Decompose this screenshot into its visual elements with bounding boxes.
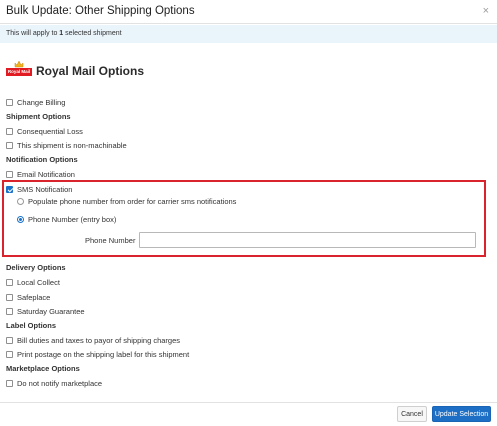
marketplace-options-heading: Marketplace Options: [6, 364, 80, 373]
change-billing-option[interactable]: Change Billing: [6, 97, 65, 107]
sms-entry-radio[interactable]: [17, 215, 24, 223]
safeplace-label: Safeplace: [17, 292, 51, 302]
sms-notification-option[interactable]: SMS Notification: [6, 184, 72, 194]
sms-notification-checkbox[interactable]: [6, 185, 13, 193]
email-notification-label: Email Notification: [17, 169, 75, 179]
phone-number-input[interactable]: [139, 232, 476, 248]
info-banner: This will apply to 1 selected shipment: [0, 25, 497, 43]
dialog-header: Bulk Update: Other Shipping Options ×: [0, 0, 497, 24]
sms-populate-option[interactable]: Populate phone number from order for car…: [17, 196, 236, 206]
do-not-notify-option[interactable]: Do not notify marketplace: [6, 378, 102, 388]
delivery-options-heading: Delivery Options: [6, 263, 66, 272]
update-selection-button[interactable]: Update Selection: [432, 406, 491, 422]
consequential-loss-label: Consequential Loss: [17, 126, 83, 136]
local-collect-checkbox[interactable]: [6, 278, 13, 286]
print-postage-option[interactable]: Print postage on the shipping label for …: [6, 349, 189, 359]
safeplace-option[interactable]: Safeplace: [6, 292, 50, 302]
royal-mail-logo: Royal Mail: [6, 60, 32, 77]
cancel-button[interactable]: Cancel: [397, 406, 427, 422]
consequential-loss-option[interactable]: Consequential Loss: [6, 126, 83, 136]
sms-entry-option[interactable]: Phone Number (entry box): [17, 214, 116, 224]
saturday-guarantee-checkbox[interactable]: [6, 307, 13, 315]
sms-populate-radio[interactable]: [17, 197, 24, 205]
change-billing-checkbox[interactable]: [6, 98, 13, 106]
safeplace-checkbox[interactable]: [6, 293, 13, 301]
consequential-loss-checkbox[interactable]: [6, 127, 13, 135]
non-machinable-checkbox[interactable]: [6, 141, 13, 149]
bill-duties-option[interactable]: Bill duties and taxes to payor of shippi…: [6, 335, 180, 345]
saturday-guarantee-option[interactable]: Saturday Guarantee: [6, 306, 85, 316]
crown-icon: [14, 60, 24, 68]
shipment-options-heading: Shipment Options: [6, 112, 71, 121]
sms-populate-label: Populate phone number from order for car…: [28, 196, 237, 206]
royal-mail-badge: Royal Mail: [6, 68, 32, 76]
email-notification-option[interactable]: Email Notification: [6, 169, 75, 179]
notification-options-heading: Notification Options: [6, 155, 78, 164]
non-machinable-option[interactable]: This shipment is non-machinable: [6, 140, 127, 150]
info-text: This will apply to 1 selected shipment: [6, 30, 122, 37]
local-collect-label: Local Collect: [17, 277, 60, 287]
phone-number-label: Phone Number: [85, 236, 136, 245]
do-not-notify-label: Do not notify marketplace: [17, 378, 103, 388]
close-icon[interactable]: ×: [483, 5, 489, 17]
sms-notification-label: SMS Notification: [17, 184, 73, 194]
label-options-heading: Label Options: [6, 321, 57, 330]
saturday-guarantee-label: Saturday Guarantee: [17, 306, 85, 316]
bill-duties-label: Bill duties and taxes to payor of shippi…: [17, 335, 181, 345]
print-postage-checkbox[interactable]: [6, 350, 13, 358]
change-billing-label: Change Billing: [17, 97, 66, 107]
print-postage-label: Print postage on the shipping label for …: [17, 349, 190, 359]
carrier-options-title: Royal Mail Options: [36, 64, 145, 78]
local-collect-option[interactable]: Local Collect: [6, 277, 60, 287]
non-machinable-label: This shipment is non-machinable: [17, 140, 127, 150]
email-notification-checkbox[interactable]: [6, 170, 13, 178]
sms-entry-label: Phone Number (entry box): [28, 214, 117, 224]
do-not-notify-checkbox[interactable]: [6, 379, 13, 387]
dialog-title: Bulk Update: Other Shipping Options: [6, 5, 195, 17]
bill-duties-checkbox[interactable]: [6, 336, 13, 344]
